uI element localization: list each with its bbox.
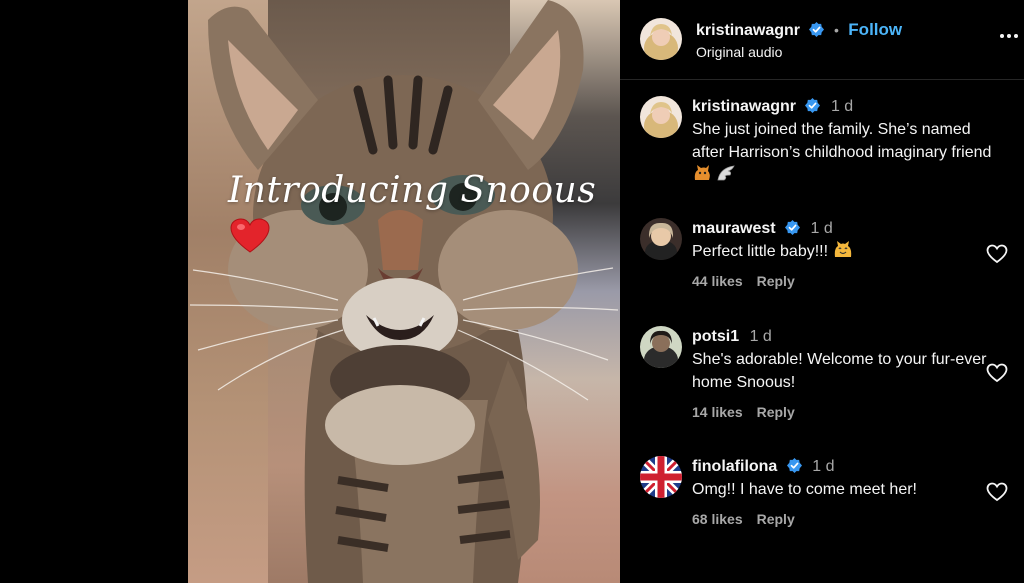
cat-emoji-icon [694,165,710,180]
smiling-cat-emoji-icon [834,241,851,257]
reply-button[interactable]: Reply [757,404,795,420]
comment-username[interactable]: finolafilona [692,458,777,475]
comment-text: She's adorable! Welcome to your fur-ever… [692,351,987,391]
instagram-post-viewer: Introducing Snoous kristinawagnr • Follo… [0,0,1024,583]
more-horizontal-icon[interactable] [998,26,1020,46]
comment-item: finolafilona 1 d Omg!! I have to come me… [640,456,1020,546]
comment-item: maurawest 1 d Perfect little baby!!! 44 … [640,218,1020,298]
caption-timestamp: 1 d [830,98,854,115]
caption-text: She just joined the family. She’s named … [692,118,992,187]
author-username[interactable]: kristinawagnr [696,22,800,39]
comment-timestamp: 1 d [749,328,772,345]
reply-button[interactable]: Reply [757,511,795,527]
audio-label[interactable]: Original audio [696,44,782,60]
post-media[interactable]: Introducing Snoous [188,0,620,583]
comment-avatar[interactable] [640,218,682,260]
verified-badge-icon [786,458,802,473]
follow-button[interactable]: Follow [848,20,902,39]
heart-outline-icon[interactable] [986,244,1008,264]
comment-item: potsi1 1 d She's adorable! Welcome to yo… [640,326,1020,436]
comment-username[interactable]: potsi1 [692,328,739,345]
comment-likes-count[interactable]: 44 likes [692,273,743,289]
comment-text: Omg!! I have to come meet her! [692,481,917,498]
comment-avatar[interactable] [640,326,682,368]
comment-timestamp: 1 d [810,220,833,237]
comment-username[interactable]: maurawest [692,220,776,237]
verified-badge-icon [805,98,821,113]
caption-comment: kristinawagnr 1 d She just joined the fa… [640,96,1020,196]
comment-avatar[interactable] [640,456,682,498]
red-heart-sticker [230,218,270,253]
post-header: kristinawagnr • Follow Original audio [620,0,1024,80]
comments-panel: kristinawagnr • Follow Original audio kr… [620,0,1024,583]
verified-badge-icon [785,220,801,235]
comment-likes-count[interactable]: 14 likes [692,404,743,420]
header-separator: • [833,22,839,38]
comment-likes-count[interactable]: 68 likes [692,511,743,527]
heart-outline-icon[interactable] [986,363,1008,383]
comment-timestamp: 1 d [812,458,835,475]
author-avatar[interactable] [640,18,682,60]
caption-username[interactable]: kristinawagnr [692,98,796,115]
heart-outline-icon[interactable] [986,482,1008,502]
caption-author-avatar[interactable] [640,96,682,138]
verified-badge-icon [809,22,825,37]
wing-emoji-icon [717,165,736,181]
reply-button[interactable]: Reply [757,273,795,289]
comment-text: Perfect little baby!!! [692,240,992,263]
media-caption-text: Introducing Snoous [228,170,597,211]
kitten-photo [189,0,619,583]
